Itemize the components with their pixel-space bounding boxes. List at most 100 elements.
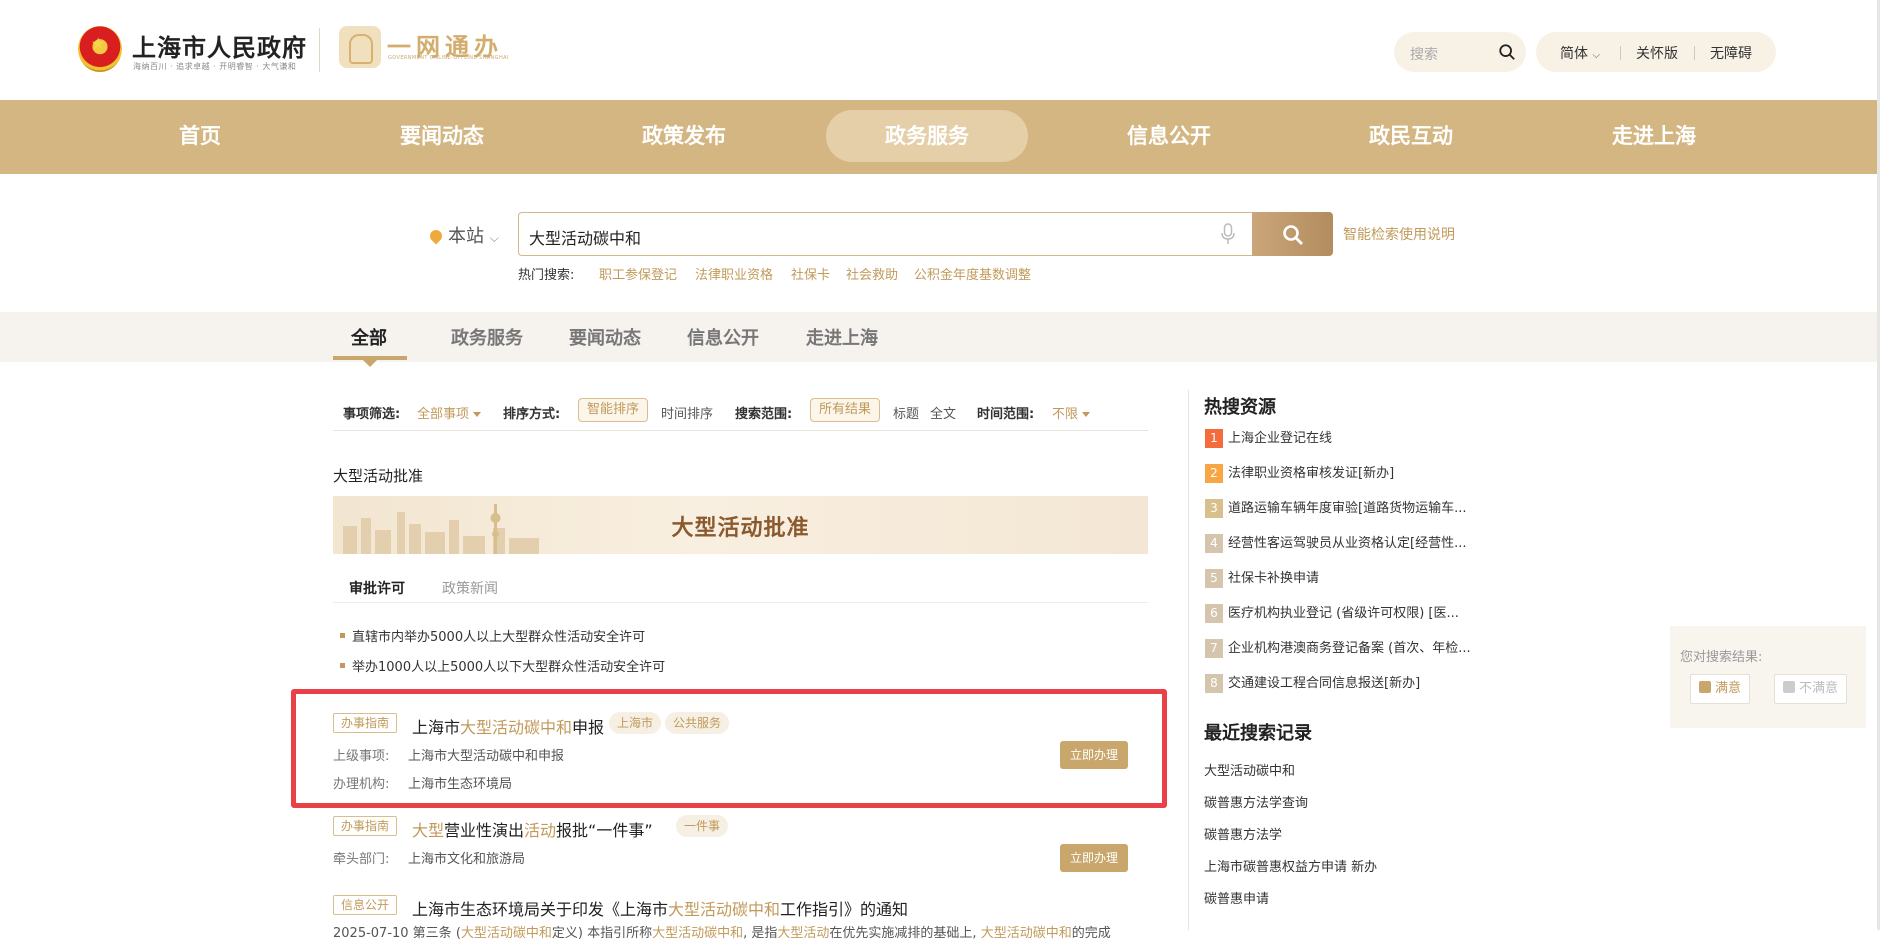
tab-approval[interactable]: 审批许可	[349, 578, 405, 598]
scope-title-option[interactable]: 标题	[893, 403, 919, 422]
recent-search-item[interactable]: 碳普惠申请	[1204, 888, 1269, 907]
tools-separator	[1694, 46, 1695, 60]
hot-search-item[interactable]: 法律职业资格	[695, 264, 773, 283]
chevron-down-icon: ⌵	[489, 231, 499, 245]
time-range-dropdown[interactable]: 不限	[1052, 403, 1091, 422]
recent-search-item[interactable]: 碳普惠方法学	[1204, 824, 1282, 843]
rank-badge: 4	[1205, 534, 1223, 553]
hot-search-item[interactable]: 社保卡	[791, 264, 830, 283]
handle-now-button[interactable]: 立即办理	[1060, 741, 1128, 769]
top-search-box[interactable]: 搜索	[1394, 32, 1526, 72]
tab-disclosure[interactable]: 信息公开	[687, 324, 759, 350]
hot-resource-item[interactable]: 8 交通建设工程合同信息报送[新办]	[1205, 672, 1420, 693]
search-button[interactable]	[1252, 212, 1333, 256]
nav-item-disclosure[interactable]: 信息公开	[1068, 110, 1270, 162]
item-filter-label: 事项筛选:	[343, 407, 401, 422]
unsatisfied-button[interactable]: 不满意	[1774, 674, 1848, 704]
sort-label: 排序方式:	[503, 407, 561, 422]
microphone-icon[interactable]	[1221, 223, 1235, 245]
hot-resources-title: 热搜资源	[1204, 397, 1276, 418]
nav-item-policy[interactable]: 政策发布	[583, 110, 785, 162]
sort-time-option[interactable]: 时间排序	[661, 403, 713, 422]
hot-resource-item[interactable]: 1 上海企业登记在线	[1205, 427, 1332, 448]
site-slogan: 海纳百川 · 追求卓越 · 开明睿智 · 大气谦和	[133, 62, 297, 71]
hot-resource-item[interactable]: 7 企业机构港澳商务登记备案 (首次、年检...	[1205, 637, 1471, 658]
sort-smart-option[interactable]: 智能排序	[578, 398, 649, 422]
nav-item-home[interactable]: 首页	[99, 110, 301, 162]
tab-policy-news[interactable]: 政策新闻	[442, 578, 498, 598]
nav-item-about-shanghai[interactable]: 走进上海	[1553, 110, 1755, 162]
nav-item-interaction[interactable]: 政民互动	[1310, 110, 1512, 162]
feedback-question: 您对搜索结果:	[1680, 650, 1763, 665]
hot-search-item[interactable]: 社会救助	[846, 264, 898, 283]
result-meta-label: 办理机构:	[333, 777, 390, 792]
search-query[interactable]: 大型活动碳中和	[529, 225, 641, 249]
featured-title[interactable]: 大型活动批准	[333, 465, 423, 486]
main-nav: 首页 要闻动态 政策发布 政务服务 信息公开 政民互动 走进上海	[0, 100, 1880, 174]
result-meta-value: 上海市文化和旅游局	[408, 852, 526, 867]
hot-search-item[interactable]: 职工参保登记	[599, 264, 677, 283]
rank-badge: 3	[1205, 499, 1223, 518]
recent-search-item[interactable]: 碳普惠方法学查询	[1204, 792, 1308, 811]
feedback-widget: 您对搜索结果: 满意 不满意	[1670, 626, 1866, 728]
scope-fulltext-option[interactable]: 全文	[930, 403, 956, 422]
nav-item-news[interactable]: 要闻动态	[341, 110, 543, 162]
featured-link[interactable]: 举办1000人以上5000人以下大型群众性活动安全许可	[340, 656, 665, 675]
result-meta-value: 上海市生态环境局	[408, 777, 513, 792]
active-tab-arrow-icon	[363, 360, 377, 367]
item-filter-dropdown[interactable]: 全部事项	[417, 403, 482, 422]
featured-link[interactable]: 直辖市内举办5000人以上大型群众性活动安全许可	[340, 626, 645, 645]
nav-item-services[interactable]: 政务服务	[826, 110, 1028, 162]
ywtb-logo-icon[interactable]	[339, 26, 381, 68]
result-type-tag: 办事指南	[333, 713, 398, 733]
hot-search-item[interactable]: 公积金年度基数调整	[914, 264, 1031, 283]
scope-all-option[interactable]: 所有结果	[810, 398, 881, 422]
search-icon[interactable]	[1498, 43, 1516, 61]
search-input[interactable]: 大型活动碳中和	[518, 212, 1252, 256]
handle-now-button[interactable]: 立即办理	[1060, 844, 1128, 872]
tab-all[interactable]: 全部	[351, 324, 387, 350]
sidebar-divider	[1188, 390, 1189, 930]
result-region-pill[interactable]: 上海市	[609, 712, 662, 734]
tab-services[interactable]: 政务服务	[451, 324, 523, 350]
subtab-divider	[333, 602, 1148, 603]
top-search-placeholder[interactable]: 搜索	[1410, 44, 1438, 64]
hot-search-label: 热门搜索:	[518, 268, 575, 283]
accessibility-link[interactable]: 无障碍	[1710, 43, 1752, 63]
elder-mode-link[interactable]: 关怀版	[1636, 43, 1678, 63]
caret-down-icon	[1082, 412, 1091, 417]
thumbs-down-icon	[1783, 681, 1795, 693]
result-title[interactable]: 大型营业性演出活动报批“一件事”	[412, 817, 653, 841]
result-title[interactable]: 上海市生态环境局关于印发《上海市大型活动碳中和工作指引》的通知	[412, 896, 908, 920]
tab-news[interactable]: 要闻动态	[569, 324, 641, 350]
hot-resource-item[interactable]: 4 经营性客运驾驶员从业资格认定[经营性...	[1205, 532, 1466, 553]
satisfied-button[interactable]: 满意	[1690, 674, 1751, 704]
search-help-link[interactable]: 智能检索使用说明	[1343, 224, 1455, 244]
ywtb-subtitle: GOVERNMENT ONLINE-OFFLINE SHANGHAI	[388, 55, 509, 61]
result-category-pill[interactable]: 一件事	[676, 815, 729, 837]
site-title[interactable]: 上海市人民政府	[132, 28, 307, 63]
result-category-pill[interactable]: 公共服务	[665, 712, 730, 734]
rank-badge: 8	[1205, 674, 1223, 693]
banner-text: 大型活动批准	[671, 516, 810, 541]
rank-badge: 6	[1205, 604, 1223, 623]
result-title[interactable]: 上海市大型活动碳中和申报	[412, 714, 604, 738]
header-divider	[319, 28, 320, 72]
hot-resource-item[interactable]: 2 法律职业资格审核发证[新办]	[1205, 462, 1394, 483]
hot-resource-item[interactable]: 5 社保卡补换申请	[1205, 567, 1319, 588]
tab-about-shanghai[interactable]: 走进上海	[806, 324, 878, 350]
recent-searches-title: 最近搜索记录	[1204, 723, 1312, 744]
scope-selector[interactable]: 本站 ⌵	[427, 222, 499, 248]
result-type-tag: 信息公开	[333, 895, 398, 915]
recent-search-item[interactable]: 上海市碳普惠权益方申请 新办	[1204, 856, 1377, 875]
caret-down-icon	[473, 412, 482, 417]
rank-badge: 5	[1205, 569, 1223, 588]
language-select[interactable]: 简体 ⌵	[1560, 43, 1600, 63]
recent-search-item[interactable]: 大型活动碳中和	[1204, 760, 1295, 779]
hot-resource-item[interactable]: 6 医疗机构执业登记 (省级许可权限) [医...	[1205, 602, 1459, 623]
search-icon	[1283, 225, 1303, 245]
hot-resource-item[interactable]: 3 道路运输车辆年度审验[道路货物运输车...	[1205, 497, 1466, 518]
national-emblem-icon[interactable]: ★	[78, 26, 122, 72]
chevron-down-icon: ⌵	[1592, 50, 1601, 61]
featured-banner[interactable]: 大型活动批准	[333, 496, 1148, 554]
